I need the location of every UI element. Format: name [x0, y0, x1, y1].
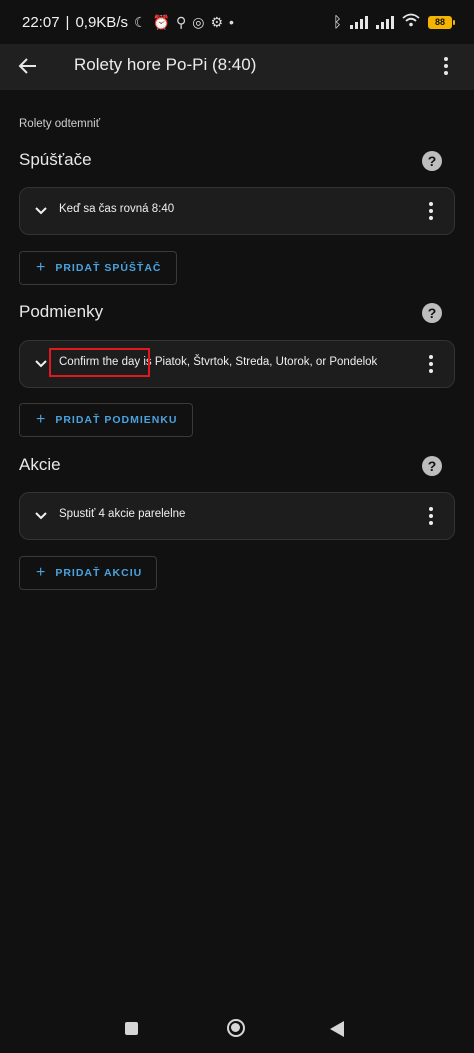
action-card[interactable]: Spustiť 4 akcie parelelne [19, 492, 455, 540]
section-heading-conditions: Podmienky [19, 302, 104, 321]
arrow-left-icon [18, 58, 36, 74]
status-left: 22:07 | 0,9KB/s ☾ ⏰ ⚲ ◎ ⚙ • [22, 14, 234, 31]
add-trigger-label: PRIDAŤ SPÚŠŤAČ [55, 262, 162, 274]
help-icon[interactable]: ? [422, 303, 442, 323]
trigger-card[interactable]: Keď sa čas rovná 8:40 [19, 187, 455, 235]
add-action-button[interactable]: + PRIDAŤ AKCIU [19, 556, 158, 590]
action-text: Spustiť 4 akcie parelelne [59, 508, 186, 520]
signal-icon [350, 15, 368, 29]
home-button[interactable] [227, 1019, 245, 1037]
bluetooth-icon: ᛒ [332, 13, 342, 31]
highlight-annotation [49, 348, 150, 377]
plus-icon: + [36, 564, 46, 581]
plus-icon: + [36, 259, 46, 276]
usb-icon: ⚲ [175, 13, 187, 30]
action-menu-button[interactable] [426, 505, 436, 527]
automation-description: Rolety odtemniť [19, 118, 101, 130]
add-action-label: PRIDAŤ AKCIU [55, 567, 143, 579]
status-separator: | [65, 13, 70, 31]
section-heading-triggers: Spúšťače [19, 150, 92, 169]
status-bar: 22:07 | 0,9KB/s ☾ ⏰ ⚲ ◎ ⚙ • ᛒ 88 [0, 0, 474, 44]
overflow-menu-button[interactable] [434, 52, 458, 80]
status-right: ᛒ 88 [332, 13, 455, 31]
back-button[interactable] [12, 50, 44, 82]
trigger-text: Keď sa čas rovná 8:40 [59, 203, 175, 215]
system-navigation-bar [0, 1003, 474, 1053]
chevron-down-icon[interactable] [34, 357, 48, 371]
battery-icon: 88 [428, 15, 455, 29]
dot-icon: • [229, 14, 234, 30]
wifi-icon [402, 13, 420, 31]
gear-icon: ⚙ [210, 13, 224, 30]
status-net-speed: 0,9KB/s [75, 13, 128, 31]
alarm-off-icon: ⏰ [152, 13, 170, 30]
whatsapp-icon: ◎ [192, 13, 205, 30]
add-trigger-button[interactable]: + PRIDAŤ SPÚŠŤAČ [19, 251, 177, 285]
signal-icon [376, 15, 394, 29]
app-bar: Rolety hore Po-Pi (8:40) [0, 44, 474, 90]
chevron-down-icon[interactable] [34, 204, 48, 218]
page-title: Rolety hore Po-Pi (8:40) [74, 55, 257, 74]
section-heading-actions: Akcie [19, 455, 61, 474]
help-icon[interactable]: ? [422, 456, 442, 476]
help-icon[interactable]: ? [422, 151, 442, 171]
status-time: 22:07 [22, 13, 60, 31]
chevron-down-icon[interactable] [34, 509, 48, 523]
system-back-button[interactable] [330, 1021, 344, 1037]
add-condition-label: PRIDAŤ PODMIENKU [55, 414, 178, 426]
recents-button[interactable] [125, 1022, 138, 1035]
add-condition-button[interactable]: + PRIDAŤ PODMIENKU [19, 403, 193, 437]
condition-menu-button[interactable] [426, 353, 436, 375]
plus-icon: + [36, 411, 46, 428]
moon-icon: ☾ [133, 13, 147, 30]
trigger-menu-button[interactable] [426, 200, 436, 222]
